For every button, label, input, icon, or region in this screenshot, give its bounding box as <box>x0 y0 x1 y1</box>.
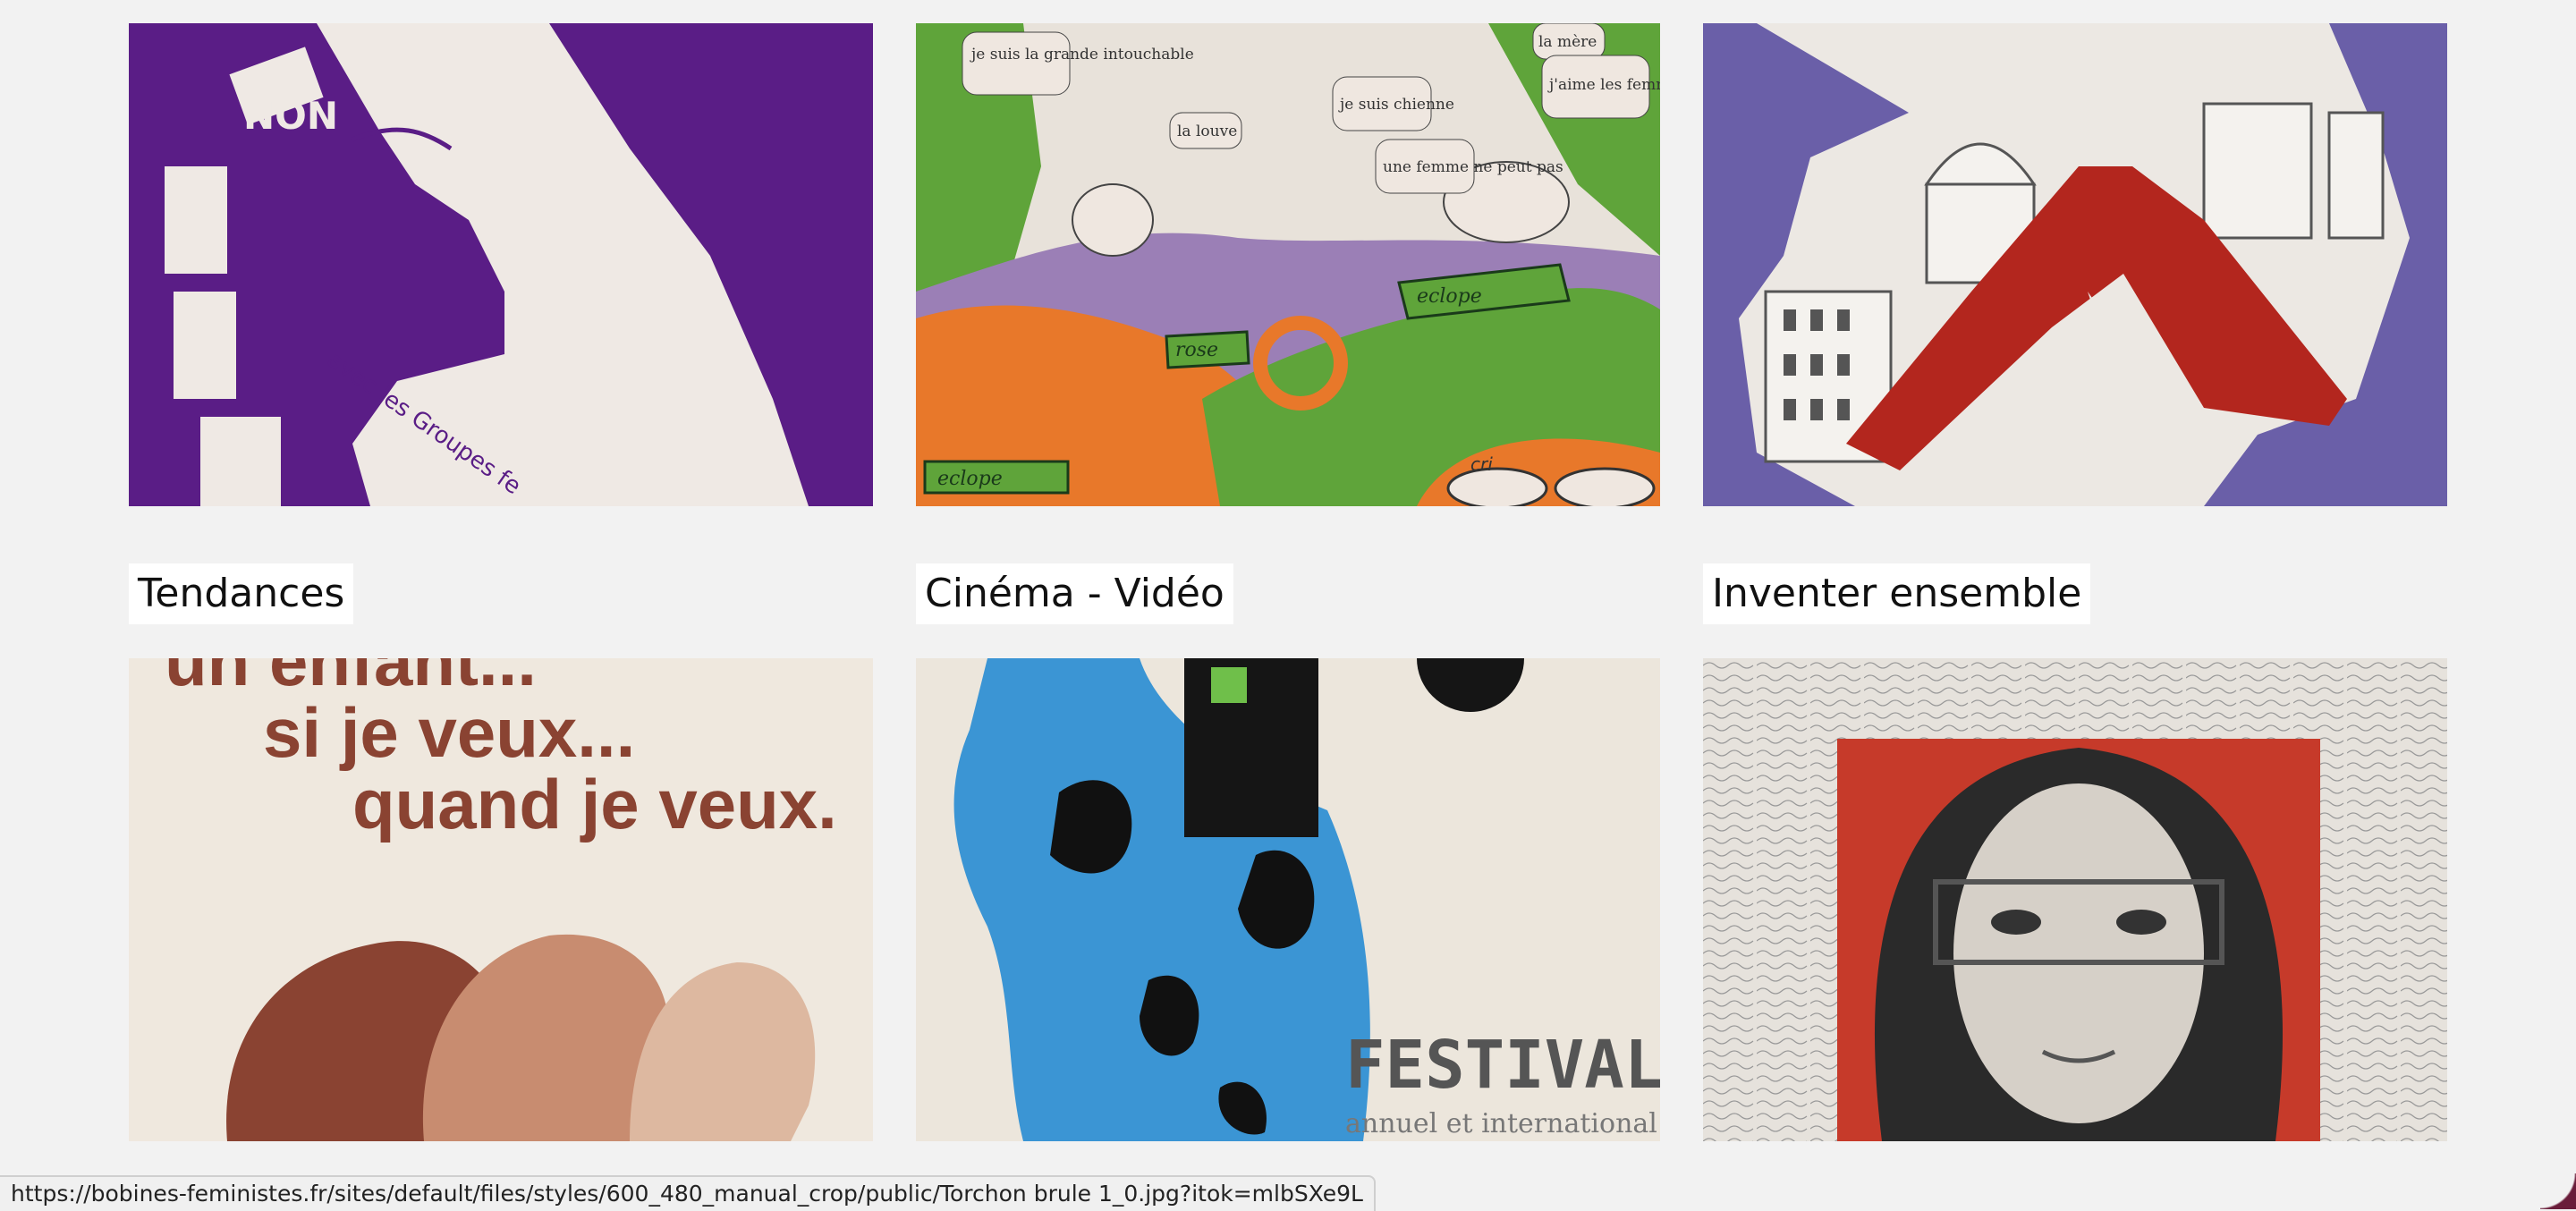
poster-festival-image: FESTIVAL annuel et international <box>916 658 1660 1141</box>
poster-un-enfant-image: un enfant... si je veux... quand je veux… <box>129 658 873 1141</box>
rose-tag: rose <box>1175 339 1218 361</box>
poster-crowd-image <box>1703 23 2447 506</box>
festival-title: FESTIVAL <box>1345 1027 1660 1104</box>
poster-card-psychedelic[interactable]: je suis la grande intouchable la louve j… <box>916 23 1660 506</box>
poster-card-un-enfant[interactable]: un enfant... si je veux... quand je veux… <box>129 658 873 1141</box>
section-title-tendances[interactable]: Tendances <box>129 563 354 624</box>
poster-line: si je veux... <box>263 693 635 772</box>
speech-bubble: la mère <box>1538 33 1597 51</box>
section-title-cinema-video[interactable]: Cinéma - Vidéo <box>916 563 1233 624</box>
poster-portrait-image <box>1703 658 2447 1141</box>
speech-bubble: je suis chienne <box>1338 96 1454 114</box>
window-corner <box>2540 1173 2576 1209</box>
poster-card-portrait[interactable] <box>1703 658 2447 1141</box>
status-bar-url: https://bobines-feministes.fr/sites/defa… <box>0 1175 1376 1211</box>
poster-card-crowd[interactable] <box>1703 23 2447 506</box>
poster-non-image: NON avec les Groupes fe <box>129 23 873 506</box>
poster-card-non[interactable]: NON avec les Groupes fe <box>129 23 873 506</box>
section-title-inventer-ensemble[interactable]: Inventer ensemble <box>1703 563 2091 624</box>
non-sign: NON <box>243 94 338 138</box>
eclope-tag: eclope <box>937 468 1003 490</box>
speech-bubble: la louve <box>1177 123 1237 140</box>
poster-psychedelic-image: je suis la grande intouchable la louve j… <box>916 23 1660 506</box>
cri-label: cri <box>1470 453 1493 475</box>
speech-bubble: une femme ne peut pas <box>1383 158 1563 176</box>
speech-bubble: j'aime les femmes <box>1547 76 1660 94</box>
speech-bubble: je suis la grande intouchable <box>970 46 1194 64</box>
festival-subtitle: annuel et international <box>1345 1108 1657 1139</box>
poster-line: quand je veux. <box>352 765 837 843</box>
poster-card-festival[interactable]: FESTIVAL annuel et international <box>916 658 1660 1141</box>
eclope-tag: eclope <box>1417 285 1482 308</box>
